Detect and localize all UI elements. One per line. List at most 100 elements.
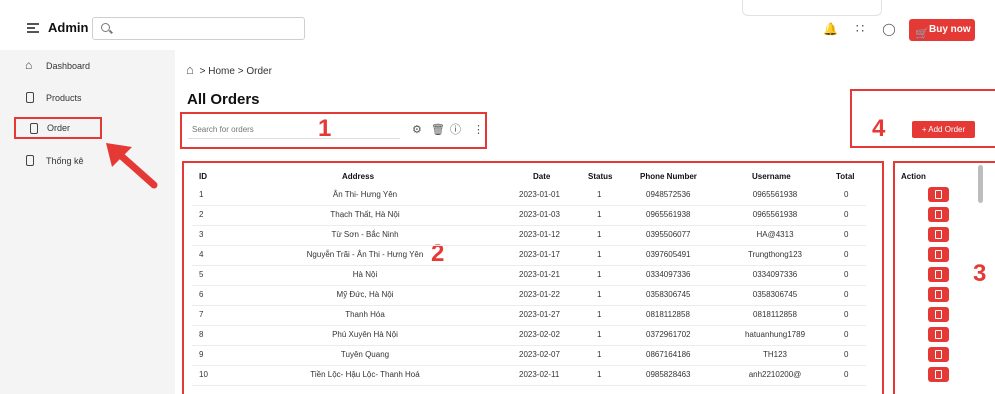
delete-order-button[interactable] <box>928 227 949 242</box>
row-divider <box>192 365 866 366</box>
table-cell-id: 9 <box>199 350 204 359</box>
table-cell-id: 3 <box>199 230 204 239</box>
delete-order-button[interactable] <box>928 327 949 342</box>
table-cell-total: 0 <box>844 290 849 299</box>
buy-now-button[interactable]: 🛒 Buy now <box>909 19 975 41</box>
sidebar-item-label: Thống kê <box>46 156 84 166</box>
info-icon[interactable]: ⓘ <box>450 124 461 136</box>
table-cell-status: 1 <box>597 370 602 379</box>
column-header-id: ID <box>199 172 207 181</box>
trash-icon <box>935 370 942 379</box>
table-cell-date: 2023-02-11 <box>519 370 560 379</box>
trash-icon <box>935 270 942 279</box>
sidebar-item-order[interactable]: Order <box>14 117 102 139</box>
annotation-arrow-icon <box>106 143 158 189</box>
row-divider <box>192 385 866 386</box>
top-dropdown-remnant <box>742 0 882 16</box>
column-header-total: Total <box>836 172 855 181</box>
user-circle-icon[interactable]: ◯ <box>882 22 896 36</box>
table-cell-status: 1 <box>597 290 602 299</box>
delete-order-button[interactable] <box>928 347 949 362</box>
table-cell-id: 7 <box>199 310 204 319</box>
trash-icon <box>935 250 942 259</box>
table-cell-total: 0 <box>844 250 849 259</box>
breadcrumb-home[interactable]: Home <box>208 66 235 77</box>
table-cell-status: 1 <box>597 230 602 239</box>
cart-icon: 🛒 <box>915 28 929 40</box>
row-divider <box>192 205 866 206</box>
phone-icon <box>26 92 34 103</box>
phone-icon <box>30 123 38 134</box>
trash-icon <box>935 350 942 359</box>
delete-order-button[interactable] <box>928 187 949 202</box>
menu-icon[interactable] <box>27 23 39 33</box>
table-cell-address: Tuyên Quang <box>340 350 390 359</box>
table-cell-address: Thanh Hóa <box>345 310 385 319</box>
table-cell-id: 8 <box>199 330 204 339</box>
sidebar-item-dashboard[interactable]: ⌂ Dashboard <box>25 58 91 74</box>
delete-order-button[interactable] <box>928 287 949 302</box>
delete-order-button[interactable] <box>928 247 949 262</box>
column-header-date: Date <box>533 172 551 181</box>
table-cell-date: 2023-01-22 <box>519 290 560 299</box>
table-cell-status: 1 <box>597 270 602 279</box>
sidebar-item-products[interactable]: Products <box>26 90 82 106</box>
row-divider <box>192 305 866 306</box>
breadcrumb-current: Order <box>246 66 272 77</box>
table-cell-address: Thạch Thất, Hà Nội <box>330 210 400 219</box>
gear-icon[interactable]: ⚙ <box>412 124 422 136</box>
table-cell-address: Mỹ Đức, Hà Nội <box>336 290 394 299</box>
table-cell-total: 0 <box>844 270 849 279</box>
breadcrumb-separator: > <box>199 66 206 77</box>
trash-icon <box>935 330 942 339</box>
table-cell-total: 0 <box>844 210 849 219</box>
scrollbar-thumb[interactable] <box>978 165 983 203</box>
breadcrumb: ⌂ > Home > Order <box>186 62 272 77</box>
table-cell-address: Hà Nội <box>352 270 378 279</box>
table-cell-address: Nguyễn Trãi - Ân Thi - Hưng Yên <box>306 250 424 259</box>
page-title: All Orders <box>187 91 260 108</box>
table-cell-total: 0 <box>844 330 849 339</box>
home-icon[interactable]: ⌂ <box>186 62 194 77</box>
column-header-username: Username <box>752 172 791 181</box>
table-cell-address: Từ Sơn - Bắc Ninh <box>331 230 399 239</box>
row-divider <box>192 265 866 266</box>
add-order-button[interactable]: + Add Order <box>912 121 975 138</box>
more-vertical-icon[interactable]: ⋮ <box>473 124 484 136</box>
column-header-phone: Phone Number <box>640 172 697 181</box>
table-cell-total: 0 <box>844 350 849 359</box>
table-cell-date: 2023-01-12 <box>519 230 560 239</box>
bell-icon[interactable]: 🔔 <box>823 22 838 36</box>
trash-icon[interactable]: 🗑 <box>431 124 445 136</box>
sidebar-item-label: Dashboard <box>46 61 91 71</box>
table-cell-date: 2023-01-21 <box>519 270 560 279</box>
delete-order-button[interactable] <box>928 267 949 282</box>
home-icon: ⌂ <box>25 58 33 72</box>
delete-order-button[interactable] <box>928 367 949 382</box>
trash-icon <box>935 210 942 219</box>
row-divider <box>192 325 866 326</box>
table-cell-total: 0 <box>844 190 849 199</box>
table-cell-total: 0 <box>844 230 849 239</box>
delete-order-button[interactable] <box>928 307 949 322</box>
table-cell-address: Phú Xuyên Hà Nội <box>332 330 398 339</box>
apps-grid-icon[interactable]: ∷ <box>853 22 867 36</box>
table-cell-date: 2023-01-27 <box>519 310 560 319</box>
sidebar-item-label: Products <box>46 93 82 103</box>
global-search-input[interactable] <box>92 17 305 40</box>
trash-icon <box>935 190 942 199</box>
table-cell-id: 6 <box>199 290 204 299</box>
delete-order-button[interactable] <box>928 207 949 222</box>
row-divider <box>192 345 866 346</box>
annotation-number-4: 4 <box>872 115 886 142</box>
table-cell-status: 1 <box>597 250 602 259</box>
trash-icon <box>935 310 942 319</box>
sidebar-item-label: Order <box>47 123 71 133</box>
column-header-action: Action <box>901 172 926 181</box>
table-cell-id: 5 <box>199 270 204 279</box>
sidebar-item-thong-ke[interactable]: Thống kê <box>26 153 84 169</box>
orders-search-input[interactable] <box>188 121 400 139</box>
trash-icon <box>935 230 942 239</box>
buy-now-label: Buy now <box>929 24 971 35</box>
table-cell-id: 10 <box>199 370 208 379</box>
